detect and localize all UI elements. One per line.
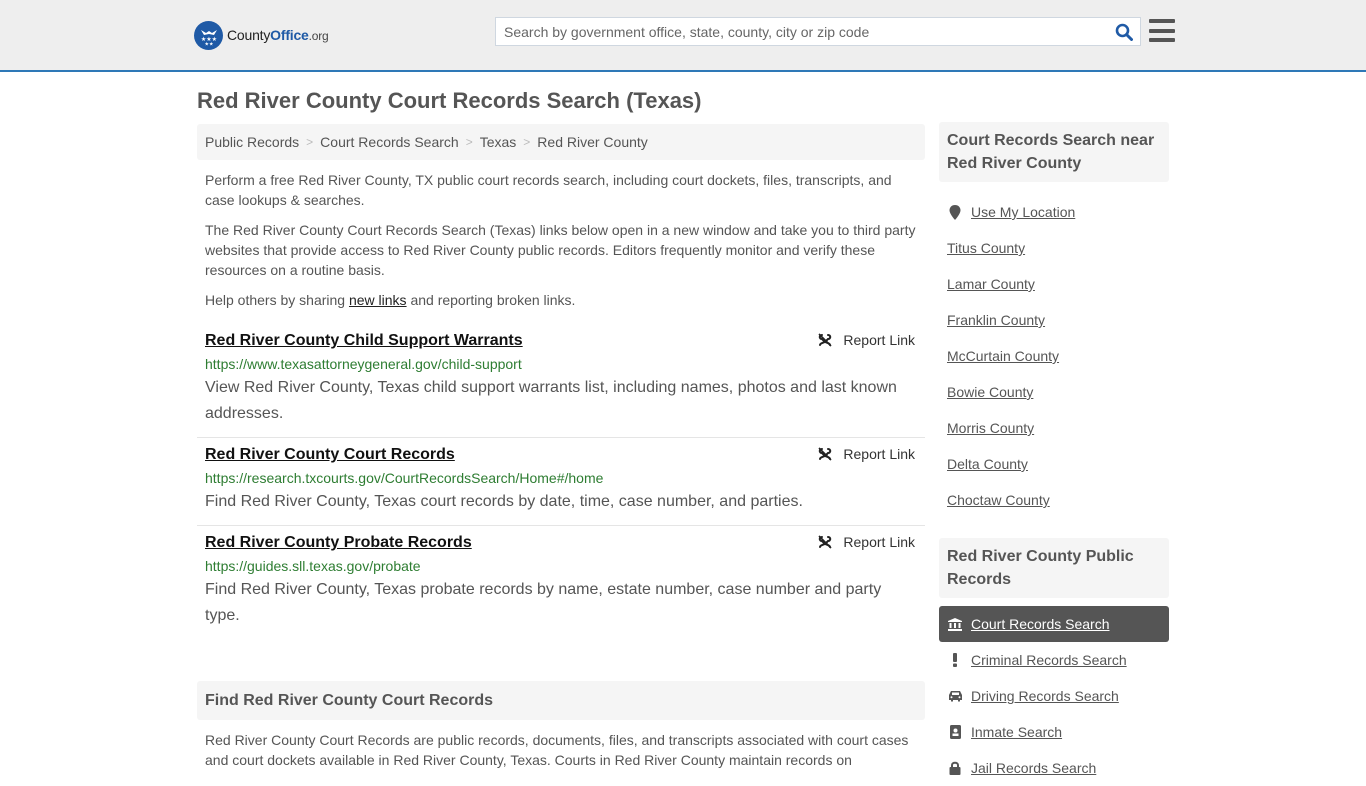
report-link-button[interactable]: Report Link — [817, 446, 915, 462]
logo-office: Office — [270, 27, 309, 43]
public-records-link[interactable]: Driving Records Search — [971, 688, 1119, 704]
site-logo[interactable]: ★★★ ★★ CountyOffice.org — [194, 20, 329, 50]
intro-paragraph-2: The Red River County Court Records Searc… — [205, 222, 916, 278]
public-records-link[interactable]: Criminal Records Search — [971, 652, 1127, 668]
find-section-heading: Find Red River County Court Records — [197, 681, 925, 720]
hamburger-menu-icon-bar — [1149, 28, 1175, 33]
logo-county: County — [227, 27, 271, 43]
id-badge-icon — [947, 725, 963, 739]
link-list: Red River County Child Support Warrants … — [197, 324, 925, 639]
broken-link-icon — [818, 333, 832, 347]
link-title[interactable]: Red River County Court Records — [205, 444, 455, 466]
public-records-item-jail[interactable]: Jail Records Search — [939, 750, 1169, 786]
breadcrumb-court-records-search[interactable]: Court Records Search — [320, 134, 459, 150]
eagle-stars-logo-icon: ★★★ ★★ — [194, 20, 223, 50]
link-url: https://guides.sll.texas.gov/probate — [205, 558, 421, 574]
breadcrumb-public-records[interactable]: Public Records — [205, 134, 299, 150]
public-records-item-inmate[interactable]: Inmate Search — [939, 714, 1169, 750]
sidebar: Court Records Search near Red River Coun… — [939, 122, 1169, 786]
breadcrumb-texas[interactable]: Texas — [480, 134, 517, 150]
site-header: ★★★ ★★ CountyOffice.org — [0, 0, 1366, 72]
new-links-link[interactable]: new links — [349, 292, 407, 308]
hamburger-menu-button[interactable] — [1149, 19, 1175, 42]
main-content: Public Records > Court Records Search > … — [197, 124, 925, 770]
nearby-county-item: Bowie County — [939, 374, 1169, 410]
public-records-item-court[interactable]: Court Records Search — [939, 606, 1169, 642]
public-records-list: Court Records Search Criminal Records Se… — [939, 606, 1169, 786]
search-icon — [1115, 23, 1133, 41]
use-my-location-item: Use My Location — [939, 194, 1169, 230]
courthouse-icon — [947, 617, 963, 631]
use-my-location-link[interactable]: Use My Location — [971, 204, 1075, 220]
nearby-list: Use My Location Titus County Lamar Count… — [939, 194, 1169, 518]
link-description: Find Red River County, Texas court recor… — [205, 493, 803, 510]
intro-p3-text-end: and reporting broken links. — [406, 292, 576, 308]
nearby-county-link[interactable]: Lamar County — [947, 276, 1035, 292]
nearby-county-link[interactable]: Morris County — [947, 420, 1034, 436]
intro-p3-text: Help others by sharing — [205, 292, 349, 308]
nearby-county-link[interactable]: Choctaw County — [947, 492, 1050, 508]
public-records-link[interactable]: Inmate Search — [971, 724, 1062, 740]
link-title[interactable]: Red River County Probate Records — [205, 532, 472, 554]
link-item: Red River County Court Records https://r… — [197, 438, 925, 526]
logo-wordmark: CountyOffice.org — [227, 27, 329, 43]
nearby-county-item: Morris County — [939, 410, 1169, 446]
nearby-county-link[interactable]: Bowie County — [947, 384, 1033, 400]
intro-paragraph-1: Perform a free Red River County, TX publ… — [205, 172, 892, 208]
nearby-county-link[interactable]: Franklin County — [947, 312, 1045, 328]
public-records-item-criminal[interactable]: Criminal Records Search — [939, 642, 1169, 678]
hamburger-menu-icon-bar — [1149, 19, 1175, 23]
hamburger-menu-icon-bar — [1149, 38, 1175, 42]
search-input[interactable] — [496, 18, 1108, 45]
link-item: Red River County Child Support Warrants … — [197, 324, 925, 438]
exclamation-icon — [947, 653, 963, 667]
link-item: Red River County Probate Records https:/… — [197, 526, 925, 639]
report-link-label: Report Link — [843, 332, 915, 348]
nearby-heading: Court Records Search near Red River Coun… — [939, 122, 1169, 182]
breadcrumb-separator: > — [523, 135, 531, 149]
breadcrumb: Public Records > Court Records Search > … — [197, 124, 925, 160]
nearby-county-item: McCurtain County — [939, 338, 1169, 374]
link-title[interactable]: Red River County Child Support Warrants — [205, 330, 523, 352]
car-icon — [947, 690, 963, 702]
nearby-county-item: Franklin County — [939, 302, 1169, 338]
public-records-link[interactable]: Jail Records Search — [971, 760, 1096, 776]
map-pin-icon — [947, 204, 963, 220]
nearby-county-item: Titus County — [939, 230, 1169, 266]
link-description: View Red River County, Texas child suppo… — [205, 379, 897, 422]
breadcrumb-separator: > — [465, 135, 473, 149]
svg-text:★★: ★★ — [204, 42, 213, 47]
nearby-county-link[interactable]: Delta County — [947, 456, 1028, 472]
search-button[interactable] — [1108, 18, 1140, 45]
nearby-county-item: Choctaw County — [939, 482, 1169, 518]
nearby-county-link[interactable]: Titus County — [947, 240, 1025, 256]
public-records-link[interactable]: Court Records Search — [971, 616, 1110, 632]
report-link-button[interactable]: Report Link — [817, 534, 915, 550]
broken-link-icon — [818, 535, 832, 549]
report-link-button[interactable]: Report Link — [817, 332, 915, 348]
public-records-heading: Red River County Public Records — [939, 538, 1169, 598]
report-link-label: Report Link — [843, 446, 915, 462]
link-description: Find Red River County, Texas probate rec… — [205, 581, 882, 624]
nearby-county-item: Delta County — [939, 446, 1169, 482]
breadcrumb-separator: > — [306, 135, 314, 149]
breadcrumb-red-river-county[interactable]: Red River County — [537, 134, 648, 150]
report-link-label: Report Link — [843, 534, 915, 550]
public-records-item-driving[interactable]: Driving Records Search — [939, 678, 1169, 714]
intro-text: Perform a free Red River County, TX publ… — [197, 170, 925, 310]
find-section-body: Red River County Court Records are publi… — [205, 732, 909, 768]
nearby-county-item: Lamar County — [939, 266, 1169, 302]
link-url: https://research.txcourts.gov/CourtRecor… — [205, 470, 604, 486]
intro-paragraph-3: Help others by sharing new links and rep… — [205, 290, 917, 310]
search-box — [495, 17, 1141, 46]
nearby-county-link[interactable]: McCurtain County — [947, 348, 1059, 364]
broken-link-icon — [818, 447, 832, 461]
logo-org: .org — [308, 29, 329, 43]
link-url: https://www.texasattorneygeneral.gov/chi… — [205, 356, 522, 372]
lock-icon — [947, 761, 963, 775]
page-title: Red River County Court Records Search (T… — [197, 88, 702, 113]
